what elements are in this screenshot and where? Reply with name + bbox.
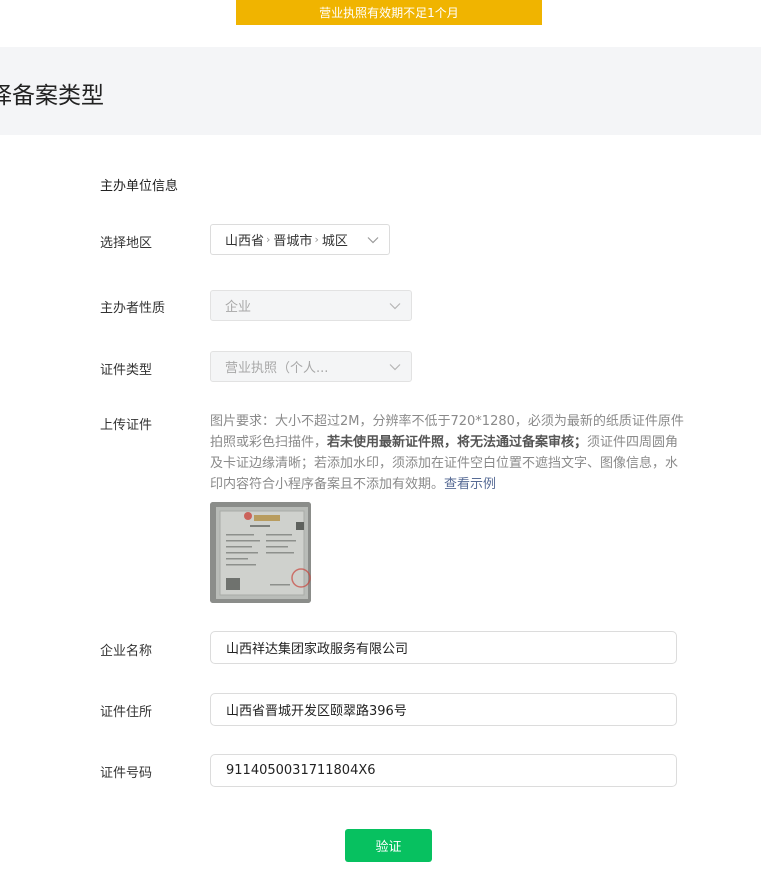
- upload-requirements: 图片要求：大小不超过2M，分辨率不低于720*1280，必须为最新的纸质证件原件…: [210, 411, 685, 495]
- organizer-type-select[interactable]: 企业: [210, 290, 412, 321]
- chevron-right-icon: ›: [314, 233, 319, 246]
- certificate-type-value: 营业执照（个人...: [225, 361, 329, 376]
- chevron-down-icon: [389, 302, 401, 310]
- region-label: 选择地区: [100, 236, 153, 251]
- license-expiry-warning: 营业执照有效期不足1个月: [236, 0, 542, 25]
- organizer-type-label: 主办者性质: [100, 301, 166, 316]
- certificate-number-input[interactable]: [210, 754, 677, 787]
- upload-label: 上传证件: [100, 418, 153, 433]
- certificate-address-input[interactable]: [210, 693, 677, 726]
- view-example-link[interactable]: 查看示例: [444, 477, 496, 492]
- section-title: 主办单位信息: [100, 179, 179, 194]
- region-province: 山西省: [225, 234, 265, 249]
- page-title: 择备案类型: [0, 83, 104, 109]
- certificate-type-select[interactable]: 营业执照（个人...: [210, 351, 412, 382]
- company-name-input[interactable]: [210, 631, 677, 664]
- chevron-down-icon: [367, 236, 379, 244]
- region-select[interactable]: 山西省 › 晋城市 › 城区: [210, 224, 390, 255]
- company-name-label: 企业名称: [100, 644, 153, 659]
- region-city: 晋城市: [273, 234, 313, 249]
- chevron-down-icon: [389, 363, 401, 371]
- business-license-image[interactable]: [210, 502, 311, 603]
- page-header: [0, 47, 761, 135]
- region-district: 城区: [321, 234, 348, 249]
- certificate-address-label: 证件住所: [100, 705, 153, 720]
- certificate-type-label: 证件类型: [100, 363, 153, 378]
- upload-requirements-warning: 若未使用最新证件照，将无法通过备案审核；: [327, 435, 588, 450]
- certificate-number-label: 证件号码: [100, 766, 153, 781]
- organizer-type-value: 企业: [225, 300, 252, 315]
- chevron-right-icon: ›: [266, 233, 271, 246]
- verify-button[interactable]: 验证: [345, 829, 432, 862]
